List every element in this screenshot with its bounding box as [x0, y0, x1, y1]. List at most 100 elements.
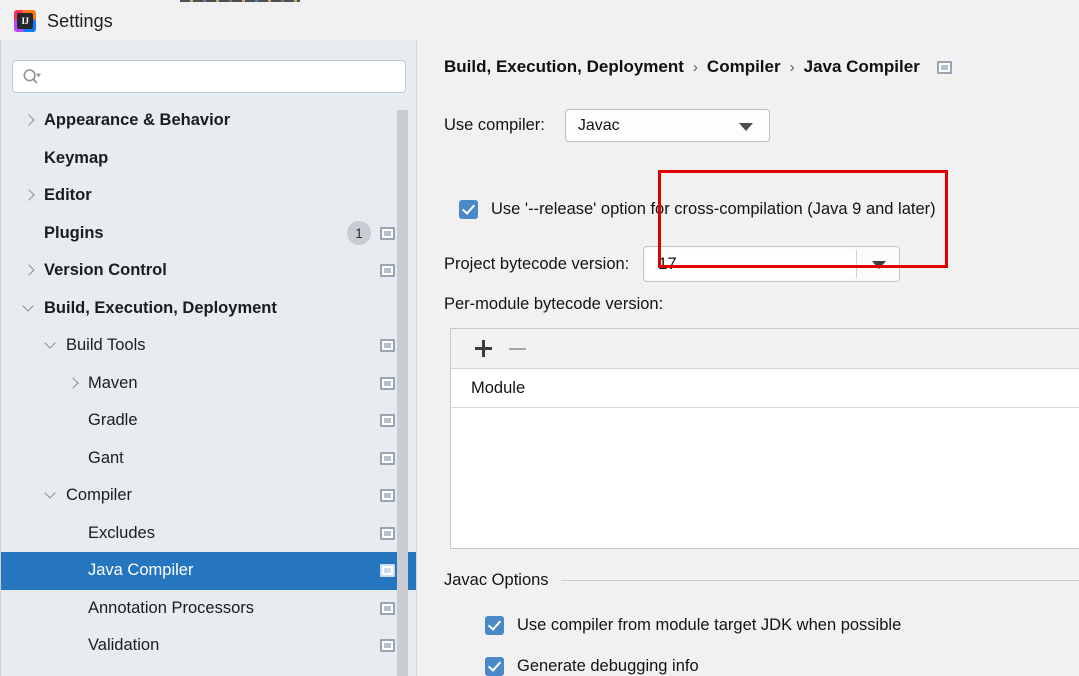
javac-option-checkbox-0[interactable] [485, 616, 504, 635]
sidebar-item-excludes[interactable]: Excludes [1, 515, 417, 553]
remove-row-button[interactable] [505, 336, 531, 362]
project-scope-icon[interactable] [936, 60, 952, 74]
sidebar-item-maven[interactable]: Maven [1, 365, 417, 403]
javac-option-row-1[interactable]: Generate debugging info [485, 657, 699, 676]
chevron-down-icon [872, 261, 887, 269]
release-option-label: Use '--release' option for cross-compila… [491, 200, 936, 218]
sidebar-item-badge: 1 [347, 221, 371, 246]
dialog-body: Appearance & Behavior Keymap Editor Plugins… [0, 40, 1079, 676]
chevron-down-icon[interactable] [23, 302, 36, 315]
settings-tree: Appearance & Behavior Keymap Editor Plugins… [1, 102, 417, 676]
sidebar-item-label: Excludes [88, 523, 155, 542]
sidebar-item-label: Gradle [88, 411, 138, 430]
sidebar-item-label: Annotation Processors [88, 598, 255, 617]
settings-dialog: IJ Settings Appearance & Behavior Keymap E… [0, 2, 1079, 676]
breadcrumb-separator-2: › [789, 58, 795, 76]
sidebar-item-label: Build Tools [66, 336, 146, 355]
sidebar-item-appearance-behavior[interactable]: Appearance & Behavior [1, 102, 417, 140]
project-scope-icon[interactable] [380, 339, 395, 353]
sidebar-item-java-compiler[interactable]: Java Compiler [1, 552, 417, 590]
project-bytecode-label: Project bytecode version: [444, 254, 630, 273]
per-module-bytecode-label: Per-module bytecode version: [444, 295, 664, 313]
sidebar-item-version-control[interactable]: Version Control [1, 252, 417, 290]
breadcrumb: Build, Execution, Deployment › Compiler … [444, 57, 952, 77]
sidebar-scrollbar-thumb[interactable] [397, 110, 408, 676]
settings-main-panel: Build, Execution, Deployment › Compiler … [417, 40, 1079, 676]
release-option-checkbox[interactable] [459, 200, 478, 219]
sidebar-item-gradle[interactable]: Gradle [1, 402, 417, 440]
project-scope-icon[interactable] [380, 264, 395, 278]
sidebar-item-label: Build, Execution, Deployment [44, 298, 277, 317]
project-bytecode-row: Project bytecode version: 17 [444, 246, 901, 282]
project-scope-icon[interactable] [380, 451, 395, 465]
project-bytecode-input[interactable]: 17 [646, 249, 858, 279]
table-toolbar [451, 329, 1079, 369]
project-bytecode-combobox[interactable]: 17 [643, 246, 901, 282]
sidebar-item-build-execution-deployment[interactable]: Build, Execution, Deployment [1, 290, 417, 328]
breadcrumb-separator-1: › [692, 58, 698, 76]
window-title: Settings [47, 10, 113, 31]
sidebar-item-build-tools[interactable]: Build Tools [1, 327, 417, 365]
breadcrumb-part-3: Java Compiler [803, 57, 920, 76]
breadcrumb-part-2[interactable]: Compiler [707, 57, 781, 77]
use-compiler-row: Use compiler: Javac [444, 109, 770, 142]
sidebar-item-label: Validation [88, 636, 160, 655]
per-module-table-panel: Module All modules [450, 328, 1079, 549]
javac-options-section-header: Javac Options [444, 571, 1079, 590]
table-body[interactable]: All modules [451, 408, 1079, 547]
javac-option-checkbox-1[interactable] [485, 657, 504, 676]
sidebar-item-label: Version Control [44, 261, 167, 280]
project-scope-icon[interactable] [380, 601, 395, 615]
sidebar-item-label: Gant [88, 448, 124, 467]
chevron-right-icon[interactable] [67, 377, 80, 390]
logo-letters: IJ [21, 16, 29, 26]
use-compiler-label: Use compiler: [444, 116, 545, 134]
project-bytecode-dropdown-button[interactable] [857, 247, 900, 281]
sidebar-item-validation[interactable]: Validation [1, 627, 417, 665]
chevron-right-icon[interactable] [23, 189, 36, 202]
project-scope-icon[interactable] [380, 564, 395, 578]
project-scope-icon[interactable] [380, 489, 395, 503]
javac-option-row-0[interactable]: Use compiler from module target JDK when… [485, 616, 901, 635]
sidebar-item-label: Compiler [66, 486, 133, 505]
sidebar-item-keymap[interactable]: Keymap [1, 140, 417, 178]
use-compiler-value: Javac [577, 116, 620, 134]
sidebar-item-plugins[interactable]: Plugins 1 [1, 215, 417, 253]
sidebar-item-label: Keymap [44, 148, 109, 167]
project-scope-icon[interactable] [380, 414, 395, 428]
sidebar-item-compiler[interactable]: Compiler [1, 477, 417, 515]
project-scope-icon[interactable] [380, 226, 395, 240]
project-scope-icon[interactable] [380, 639, 395, 653]
use-compiler-dropdown[interactable]: Javac [564, 109, 770, 142]
chevron-right-icon[interactable] [23, 114, 36, 127]
title-bar: IJ Settings [0, 2, 1079, 40]
add-row-button[interactable] [471, 336, 497, 362]
table-column-module[interactable]: Module [471, 379, 525, 398]
chevron-right-icon[interactable] [23, 264, 36, 277]
sidebar-item-annotation-processors[interactable]: Annotation Processors [1, 590, 417, 628]
settings-sidebar: Appearance & Behavior Keymap Editor Plugins… [1, 40, 417, 676]
search-field[interactable] [12, 60, 406, 93]
project-scope-icon[interactable] [380, 526, 395, 540]
breadcrumb-part-1[interactable]: Build, Execution, Deployment [444, 57, 684, 77]
javac-option-label-1: Generate debugging info [517, 657, 699, 675]
release-option-row[interactable]: Use '--release' option for cross-compila… [459, 200, 936, 219]
chevron-down-icon[interactable] [45, 339, 58, 352]
sidebar-item-label: Java Compiler [88, 561, 194, 580]
project-scope-icon[interactable] [380, 376, 395, 390]
sidebar-item-label: Appearance & Behavior [44, 111, 231, 130]
javac-option-label-0: Use compiler from module target JDK when… [517, 616, 902, 634]
settings-dialog-screenshot: IJ Settings Appearance & Behavior Keymap E… [0, 0, 1079, 676]
search-icon [23, 68, 41, 84]
javac-options-title: Javac Options [444, 571, 549, 589]
chevron-down-icon[interactable] [45, 489, 58, 502]
sidebar-item-editor[interactable]: Editor [1, 177, 417, 215]
sidebar-item-gant[interactable]: Gant [1, 440, 417, 478]
